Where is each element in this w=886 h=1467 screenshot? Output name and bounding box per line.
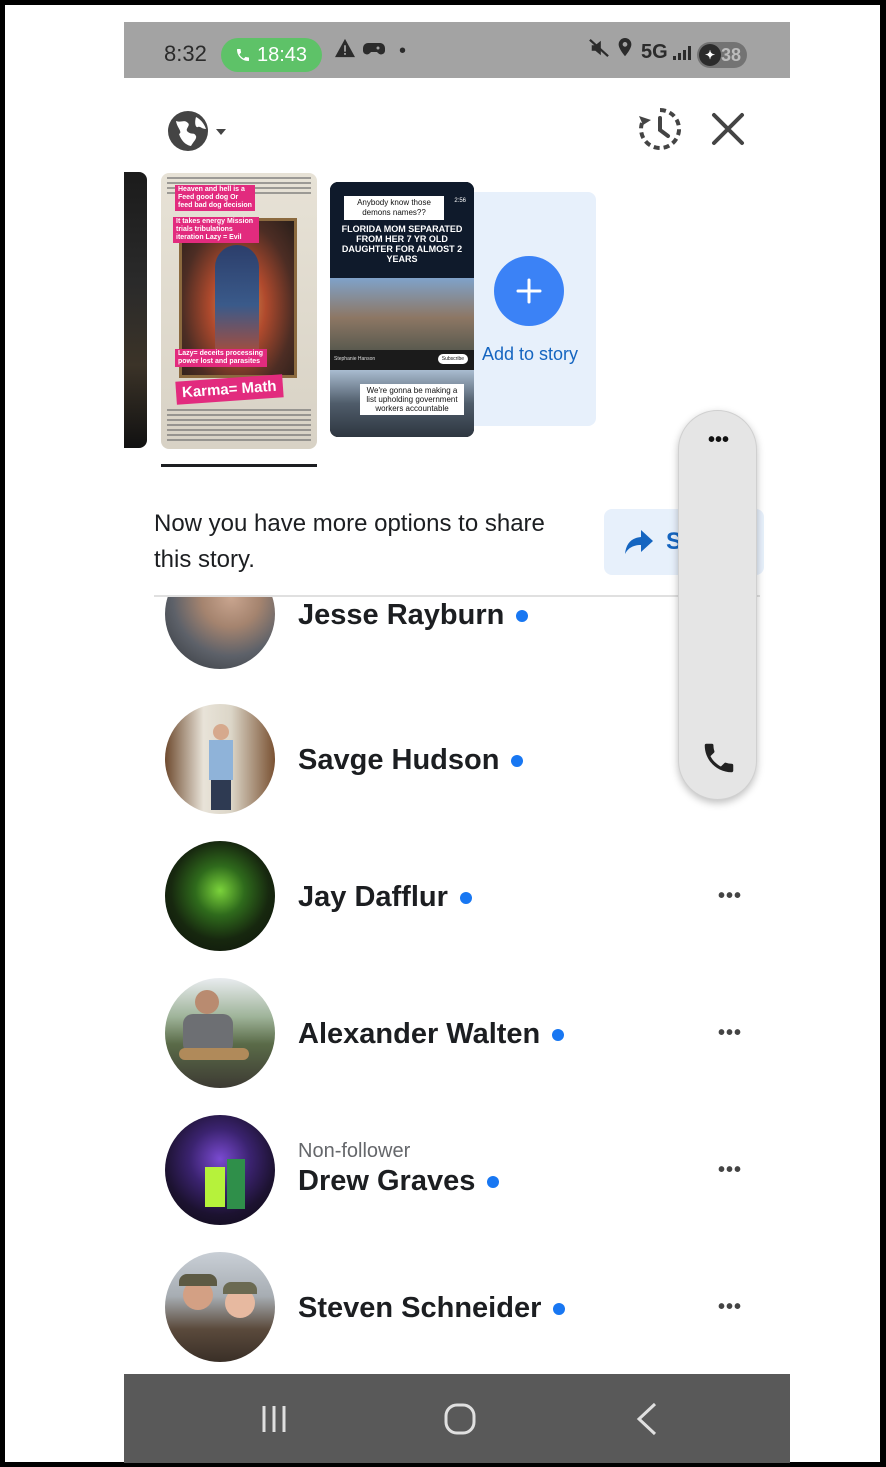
game-controller-icon bbox=[362, 38, 386, 64]
story-tag-3: Lazy= deceits processing power lost and … bbox=[175, 349, 267, 367]
globe-icon bbox=[168, 111, 226, 151]
system-navigation-bar bbox=[124, 1374, 790, 1463]
floating-call-panel[interactable]: ••• bbox=[678, 410, 757, 800]
contact-subtitle: Non-follower bbox=[298, 1140, 411, 1162]
ongoing-call-pill[interactable]: 18:43 bbox=[221, 38, 322, 72]
home-button[interactable] bbox=[438, 1398, 482, 1440]
story-thumbnail-second[interactable]: Anybody know those demons names?? 2:56 F… bbox=[330, 182, 474, 437]
active-status-dot bbox=[553, 1302, 566, 1315]
warning-icon bbox=[334, 38, 356, 64]
avatar bbox=[165, 841, 275, 951]
add-story-button[interactable] bbox=[494, 256, 564, 326]
selected-story-indicator bbox=[161, 464, 317, 467]
back-icon bbox=[636, 1402, 657, 1436]
story-two-timestamp: 2:56 bbox=[454, 198, 466, 204]
battery-level: 38 bbox=[720, 45, 741, 65]
story-painting-figure bbox=[215, 245, 259, 365]
contact-name: Steven Schneider bbox=[298, 1292, 566, 1325]
location-icon bbox=[617, 38, 633, 64]
list-item[interactable]: Non-follower Drew Graves ••• bbox=[124, 1115, 790, 1252]
story-tag-karma: Karma= Math bbox=[175, 374, 284, 405]
call-timer: 18:43 bbox=[257, 43, 308, 66]
story-text-lines-bottom bbox=[167, 409, 311, 444]
story-thumbnail-selected[interactable]: Heaven and hell is a Feed good dog Or fe… bbox=[161, 173, 317, 449]
more-options-button[interactable]: ••• bbox=[718, 1022, 742, 1045]
phone-screen: 8:32 18:43 • 5G ✦ 38 Heaven and hell is … bbox=[124, 22, 790, 1463]
floating-more-button[interactable]: ••• bbox=[679, 429, 758, 452]
screenshot-frame: 8:32 18:43 • 5G ✦ 38 Heaven and hell is … bbox=[0, 0, 886, 1467]
history-icon bbox=[639, 108, 681, 150]
phone-icon bbox=[704, 743, 734, 773]
recent-apps-button[interactable] bbox=[252, 1398, 296, 1440]
contact-name: Drew Graves bbox=[298, 1165, 500, 1198]
active-status-dot bbox=[516, 609, 529, 622]
list-item[interactable]: Steven Schneider ••• bbox=[124, 1252, 790, 1375]
story-two-headline: FLORIDA MOM SEPARATED FROM HER 7 YR OLD … bbox=[341, 224, 463, 264]
network-type: 5G bbox=[641, 41, 668, 63]
contact-name-text: Savge Hudson bbox=[298, 744, 500, 776]
home-icon bbox=[444, 1403, 476, 1435]
list-item[interactable]: Alexander Walten ••• bbox=[124, 978, 790, 1115]
more-options-button[interactable]: ••• bbox=[718, 1159, 742, 1182]
more-options-button[interactable]: ••• bbox=[718, 1296, 742, 1319]
list-item[interactable]: Jay Dafflur ••• bbox=[124, 841, 790, 978]
contact-name-text: Jesse Rayburn bbox=[298, 599, 505, 631]
add-to-story-card[interactable]: Add to story bbox=[474, 192, 596, 426]
active-status-dot bbox=[552, 1028, 565, 1041]
status-bar: 8:32 18:43 • 5G ✦ 38 bbox=[124, 22, 790, 78]
audience-selector-button[interactable] bbox=[164, 108, 230, 154]
contact-name-text: Jay Dafflur bbox=[298, 881, 448, 913]
avatar bbox=[165, 978, 275, 1088]
floating-call-button[interactable] bbox=[700, 739, 738, 782]
call-icon bbox=[237, 49, 249, 61]
avatar bbox=[165, 1115, 275, 1225]
close-icon bbox=[712, 113, 744, 145]
avatar bbox=[165, 1252, 275, 1362]
mute-icon bbox=[588, 38, 610, 64]
story-two-photo bbox=[330, 278, 474, 350]
active-status-dot bbox=[487, 1175, 500, 1188]
avatar bbox=[165, 597, 275, 669]
story-two-subscribe: Subscribe bbox=[437, 354, 468, 364]
contact-name-text: Alexander Walten bbox=[298, 1018, 541, 1050]
contact-name: Alexander Walten bbox=[298, 1018, 565, 1051]
add-to-story-label: Add to story bbox=[481, 344, 579, 364]
contact-name-text: Drew Graves bbox=[298, 1165, 476, 1197]
recent-apps-icon bbox=[262, 1406, 286, 1432]
story-tag-2: It takes energy Mission trials tribulati… bbox=[173, 217, 259, 243]
story-archive-button[interactable] bbox=[637, 106, 683, 152]
contact-name: Savge Hudson bbox=[298, 744, 524, 777]
story-two-question: Anybody know those demons names?? bbox=[344, 196, 444, 220]
share-arrow-icon bbox=[625, 530, 653, 554]
contact-name-text: Steven Schneider bbox=[298, 1292, 542, 1324]
status-time: 8:32 bbox=[164, 41, 207, 66]
battery-saver-icon: ✦ bbox=[699, 44, 721, 66]
avatar bbox=[165, 704, 275, 814]
story-thumbnail-previous[interactable] bbox=[124, 172, 147, 448]
contact-name: Jay Dafflur bbox=[298, 881, 472, 914]
more-options-button[interactable]: ••• bbox=[718, 885, 742, 908]
close-button[interactable] bbox=[708, 109, 748, 149]
story-tag-1: Heaven and hell is a Feed good dog Or fe… bbox=[175, 185, 255, 211]
active-status-dot bbox=[511, 754, 524, 767]
back-button[interactable] bbox=[625, 1398, 669, 1440]
story-two-caption: We're gonna be making a list upholding g… bbox=[360, 384, 464, 415]
plus-icon bbox=[516, 278, 542, 304]
active-status-dot bbox=[459, 891, 472, 904]
signal-icon bbox=[673, 44, 691, 60]
contact-name: Jesse Rayburn bbox=[298, 599, 529, 632]
share-options-notice: Now you have more options to share this … bbox=[154, 510, 545, 573]
notification-dot: • bbox=[399, 40, 407, 62]
battery-indicator: ✦ 38 bbox=[697, 42, 747, 68]
